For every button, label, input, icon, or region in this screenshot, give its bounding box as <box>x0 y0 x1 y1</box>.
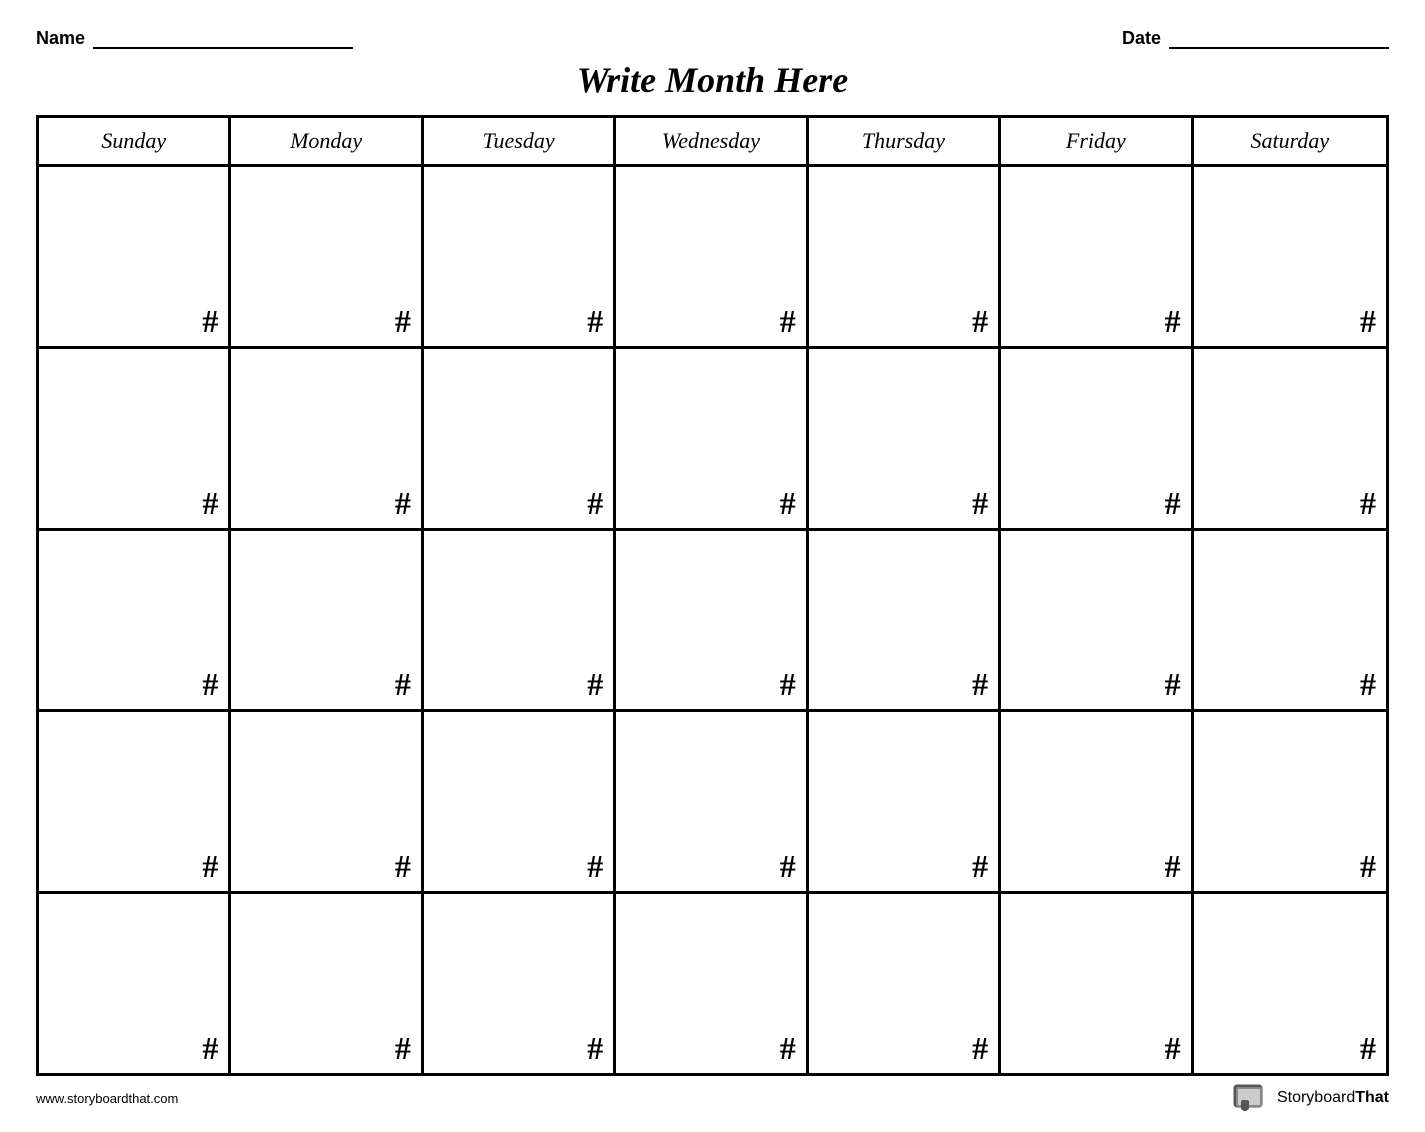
date-number: # <box>1360 1030 1376 1067</box>
date-number: # <box>202 1030 218 1067</box>
date-line <box>1169 47 1389 49</box>
calendar-row-2: # # # # # # # <box>39 531 1386 713</box>
calendar-cell: # <box>39 349 231 528</box>
date-number: # <box>202 848 218 885</box>
calendar-row-4: # # # # # # # <box>39 894 1386 1073</box>
calendar-cell: # <box>1001 712 1193 891</box>
calendar-cell: # <box>616 167 808 346</box>
date-number: # <box>972 848 988 885</box>
date-number: # <box>395 485 411 522</box>
day-headers: SundayMondayTuesdayWednesdayThursdayFrid… <box>39 118 1386 167</box>
brand-name: StoryboardThat <box>1277 1089 1389 1107</box>
calendar-cell: # <box>809 531 1001 710</box>
date-number: # <box>780 1030 796 1067</box>
date-number: # <box>780 848 796 885</box>
date-number: # <box>202 303 218 340</box>
footer-brand: StoryboardThat <box>1233 1084 1389 1112</box>
calendar-cell: # <box>809 167 1001 346</box>
date-number: # <box>780 303 796 340</box>
name-line <box>93 47 353 49</box>
date-number: # <box>587 1030 603 1067</box>
date-number: # <box>587 303 603 340</box>
date-number: # <box>1165 1030 1181 1067</box>
day-header-thursday: Thursday <box>809 118 1001 164</box>
calendar-cell: # <box>1194 167 1386 346</box>
calendar-cell: # <box>616 531 808 710</box>
page: Name Date Write Month Here SundayMondayT… <box>0 0 1425 1132</box>
calendar-cell: # <box>1001 894 1193 1073</box>
calendar-cell: # <box>1194 894 1386 1073</box>
date-number: # <box>587 485 603 522</box>
name-label: Name <box>36 28 85 49</box>
name-field: Name <box>36 28 353 49</box>
storyboard-icon <box>1233 1084 1269 1112</box>
calendar-cell: # <box>231 167 423 346</box>
calendar-cell: # <box>424 349 616 528</box>
date-number: # <box>202 485 218 522</box>
calendar-cell: # <box>231 531 423 710</box>
day-header-sunday: Sunday <box>39 118 231 164</box>
date-number: # <box>587 666 603 703</box>
date-number: # <box>395 666 411 703</box>
date-number: # <box>1360 303 1376 340</box>
date-number: # <box>587 848 603 885</box>
calendar-cell: # <box>39 167 231 346</box>
date-number: # <box>972 1030 988 1067</box>
date-number: # <box>1360 485 1376 522</box>
footer: www.storyboardthat.com StoryboardThat <box>36 1084 1389 1112</box>
calendar-cell: # <box>231 349 423 528</box>
date-number: # <box>1165 303 1181 340</box>
date-number: # <box>1360 848 1376 885</box>
calendar: SundayMondayTuesdayWednesdayThursdayFrid… <box>36 115 1389 1076</box>
date-number: # <box>972 303 988 340</box>
date-number: # <box>202 666 218 703</box>
calendar-cell: # <box>424 712 616 891</box>
calendar-cell: # <box>231 894 423 1073</box>
day-header-friday: Friday <box>1001 118 1193 164</box>
date-number: # <box>1360 666 1376 703</box>
calendar-cell: # <box>1194 349 1386 528</box>
calendar-row-3: # # # # # # # <box>39 712 1386 894</box>
footer-url: www.storyboardthat.com <box>36 1091 178 1106</box>
calendar-cell: # <box>424 894 616 1073</box>
calendar-cell: # <box>809 712 1001 891</box>
calendar-cell: # <box>616 712 808 891</box>
calendar-cell: # <box>39 531 231 710</box>
day-header-tuesday: Tuesday <box>424 118 616 164</box>
date-number: # <box>395 303 411 340</box>
calendar-cell: # <box>1001 349 1193 528</box>
date-number: # <box>972 485 988 522</box>
date-label: Date <box>1122 28 1161 49</box>
calendar-cell: # <box>616 894 808 1073</box>
calendar-body: # # # # # # # # # # # # # # # # # # # # # # # # # # # # # # # # # # # <box>39 167 1386 1073</box>
day-header-monday: Monday <box>231 118 423 164</box>
calendar-cell: # <box>1001 531 1193 710</box>
calendar-cell: # <box>39 712 231 891</box>
calendar-row-0: # # # # # # # <box>39 167 1386 349</box>
calendar-row-1: # # # # # # # <box>39 349 1386 531</box>
calendar-cell: # <box>809 349 1001 528</box>
calendar-cell: # <box>616 349 808 528</box>
date-number: # <box>395 848 411 885</box>
header-row: Name Date <box>36 28 1389 49</box>
calendar-cell: # <box>1194 531 1386 710</box>
calendar-cell: # <box>424 167 616 346</box>
day-header-wednesday: Wednesday <box>616 118 808 164</box>
date-number: # <box>1165 666 1181 703</box>
calendar-cell: # <box>809 894 1001 1073</box>
calendar-title: Write Month Here <box>36 59 1389 101</box>
date-number: # <box>780 666 796 703</box>
calendar-cell: # <box>1001 167 1193 346</box>
calendar-cell: # <box>424 531 616 710</box>
date-number: # <box>1165 848 1181 885</box>
day-header-saturday: Saturday <box>1194 118 1386 164</box>
date-number: # <box>1165 485 1181 522</box>
calendar-cell: # <box>231 712 423 891</box>
date-number: # <box>780 485 796 522</box>
date-field: Date <box>1122 28 1389 49</box>
date-number: # <box>395 1030 411 1067</box>
calendar-cell: # <box>39 894 231 1073</box>
calendar-cell: # <box>1194 712 1386 891</box>
date-number: # <box>972 666 988 703</box>
